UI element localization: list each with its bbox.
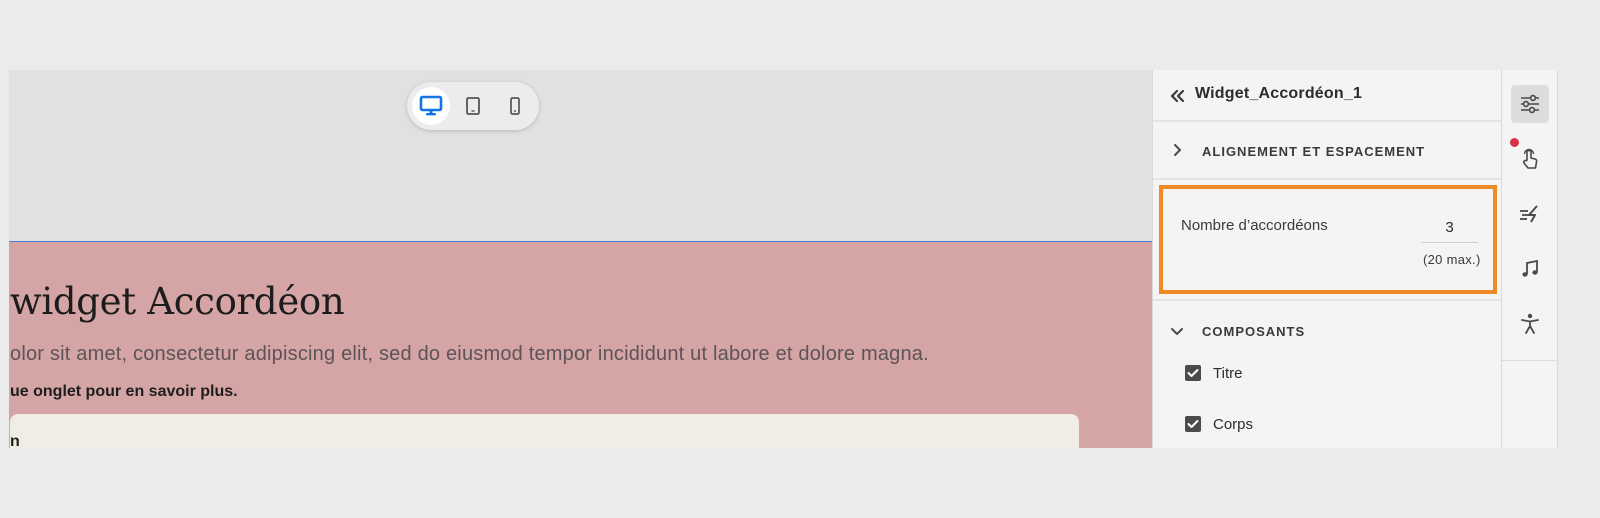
audio-tab-button[interactable] bbox=[1511, 250, 1549, 288]
widget-heading: widget Accordéon bbox=[10, 280, 345, 323]
accessibility-tab-button[interactable] bbox=[1511, 305, 1549, 343]
checkbox-label: Titre bbox=[1213, 364, 1243, 382]
chevron-down-icon bbox=[1169, 323, 1185, 339]
mobile-icon bbox=[510, 97, 520, 115]
widget-instruction: ue onglet pour en savoir plus. bbox=[10, 383, 238, 400]
properties-icon bbox=[1521, 94, 1539, 114]
accordion-count-input[interactable] bbox=[1421, 213, 1478, 243]
accordion-count-label: Nombre d’accordéons bbox=[1181, 217, 1328, 234]
animation-icon bbox=[1520, 205, 1538, 223]
panel-switcher-rail bbox=[1502, 70, 1558, 448]
component-checkbox-body[interactable]: Corps bbox=[1185, 414, 1253, 434]
accessibility-icon bbox=[1521, 313, 1539, 334]
interactions-tab-button[interactable] bbox=[1511, 140, 1549, 178]
accordion-count-field-highlight: Nombre d’accordéons (20 max.) bbox=[1159, 185, 1497, 294]
checkbox-checked-icon bbox=[1185, 365, 1201, 381]
panel-title: Widget_Accordéon_1 bbox=[1195, 85, 1363, 102]
collapse-panel-button[interactable] bbox=[1167, 85, 1189, 107]
double-chevron-left-icon bbox=[1170, 89, 1185, 103]
accordion-item-title: n bbox=[10, 433, 20, 448]
desktop-view-button[interactable] bbox=[412, 87, 450, 125]
checkbox-label: Corps bbox=[1213, 415, 1254, 433]
section-label: COMPOSANTS bbox=[1202, 324, 1306, 339]
widget-description: olor sit amet, consectetur adipiscing el… bbox=[10, 343, 929, 365]
device-preview-toggle bbox=[407, 82, 539, 130]
animations-tab-button[interactable] bbox=[1511, 195, 1549, 233]
accordion-item[interactable]: n bbox=[10, 414, 1079, 448]
components-section-header[interactable]: COMPOSANTS bbox=[1153, 301, 1501, 359]
desktop-icon bbox=[419, 95, 443, 116]
selected-accordion-widget[interactable]: widget Accordéon olor sit amet, consecte… bbox=[9, 241, 1155, 448]
app-window: widget Accordéon olor sit amet, consecte… bbox=[9, 70, 1590, 448]
interaction-icon bbox=[1523, 148, 1538, 169]
checkbox-checked-icon bbox=[1185, 416, 1201, 432]
component-checkbox-title[interactable]: Titre bbox=[1185, 363, 1242, 383]
components-section: COMPOSANTS Titre Corps bbox=[1153, 299, 1501, 448]
mobile-view-button[interactable] bbox=[496, 87, 534, 125]
tablet-icon bbox=[466, 97, 480, 115]
tablet-view-button[interactable] bbox=[454, 87, 492, 125]
properties-tab-button[interactable] bbox=[1511, 85, 1549, 123]
chevron-right-icon bbox=[1169, 142, 1185, 158]
editor-canvas: widget Accordéon olor sit amet, consecte… bbox=[9, 70, 1174, 448]
alignment-spacing-section[interactable]: ALIGNEMENT ET ESPACEMENT bbox=[1153, 122, 1501, 180]
audio-icon bbox=[1522, 259, 1538, 277]
panel-header: Widget_Accordéon_1 bbox=[1153, 70, 1501, 122]
accordion-count-max-note: (20 max.) bbox=[1423, 252, 1481, 267]
rail-divider bbox=[1502, 360, 1557, 361]
section-label: ALIGNEMENT ET ESPACEMENT bbox=[1202, 144, 1426, 159]
properties-panel: Widget_Accordéon_1 ALIGNEMENT ET ESPACEM… bbox=[1152, 70, 1502, 448]
